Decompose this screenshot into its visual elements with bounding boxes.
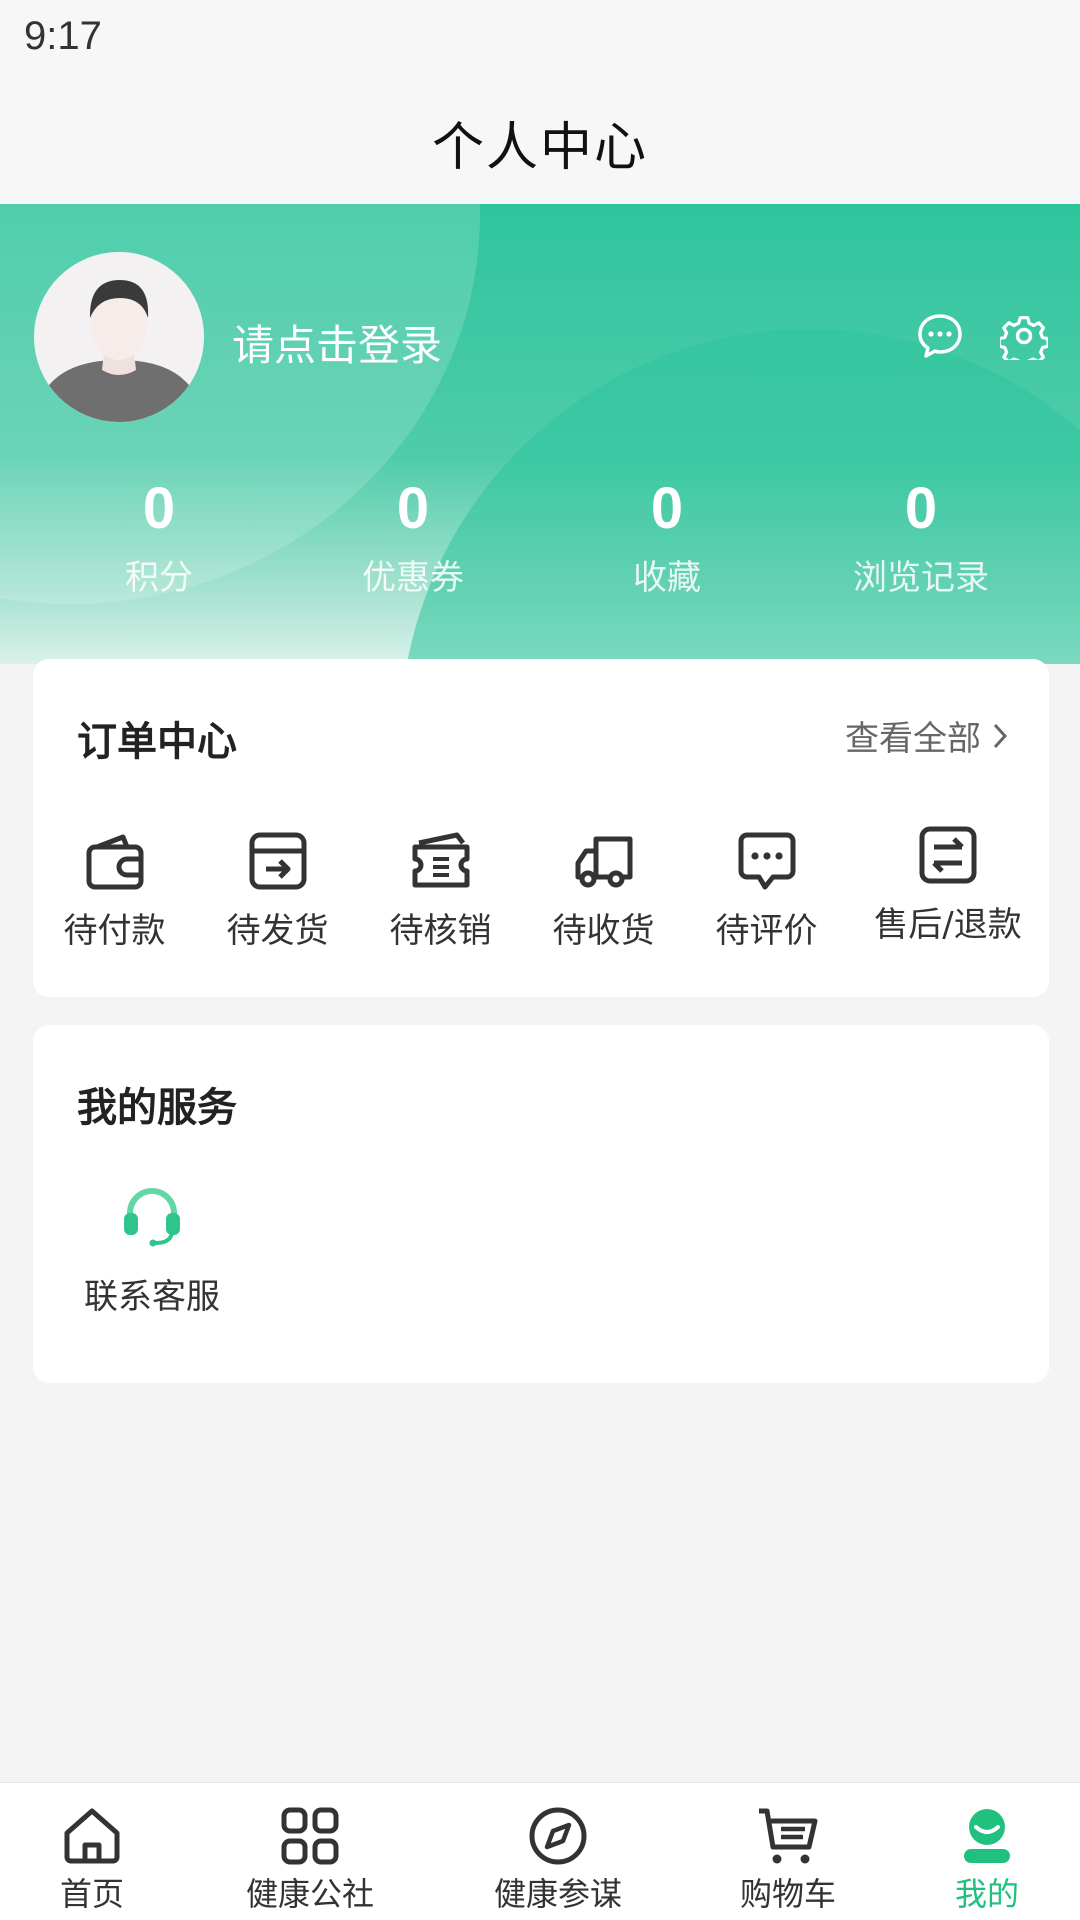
order-center-title: 订单中心 — [77, 719, 237, 765]
page-title: 个人中心 — [431, 117, 648, 178]
my-services-card: 我的服务 联系客服 — [33, 1025, 1049, 1383]
order-pending-payment[interactable]: 待付款 — [33, 829, 196, 952]
login-prompt[interactable]: 请点击登录 — [232, 312, 442, 373]
cart-icon — [759, 1808, 818, 1864]
stat-coupons[interactable]: 0 优惠券 — [286, 474, 540, 604]
contact-support-button[interactable]: 联系客服 — [77, 1185, 227, 1318]
title-bar: 个人中心 — [0, 80, 1080, 204]
headset-icon — [124, 1188, 180, 1247]
order-label: 待收货 — [552, 911, 655, 951]
order-status-row: 待付款 待发货 待核销 待收货 待评价 售后/退款 — [33, 826, 1049, 952]
profile-header: 请点击登录 0 积分 0 优惠券 0 收藏 0 浏览记录 — [0, 204, 1080, 664]
order-label: 待发货 — [226, 911, 329, 951]
status-time: 9:17 — [24, 14, 102, 58]
order-label: 待付款 — [63, 911, 166, 951]
order-label: 售后/退款 — [874, 905, 1022, 945]
stat-favorites[interactable]: 0 收藏 — [540, 474, 794, 604]
page: 9:17 个人中心 请点击登录 0 积分 0 优惠券 0 收藏 0 浏览记录 订… — [0, 0, 1080, 1920]
tab-label: 我的 — [954, 1875, 1019, 1913]
stat-value: 0 — [650, 476, 684, 541]
stat-label: 浏览记录 — [853, 558, 989, 598]
order-label: 待评价 — [715, 911, 818, 951]
compass-icon — [529, 1807, 587, 1865]
tab-label: 健康公社 — [245, 1875, 374, 1913]
view-all-label: 查看全部 — [845, 719, 981, 759]
stat-value: 0 — [142, 476, 176, 541]
stat-label: 优惠券 — [362, 558, 464, 598]
tab-label: 健康参谋 — [493, 1875, 622, 1913]
stat-label: 收藏 — [633, 558, 701, 598]
bottom-tab-bar: 首页 健康公社 健康参谋 购物车 我的 — [0, 1782, 1080, 1920]
chevron-right-icon — [993, 723, 1008, 748]
wallet-icon — [86, 834, 143, 890]
tab-label: 首页 — [59, 1875, 124, 1913]
user-icon — [964, 1809, 1010, 1863]
order-after-sales-refund[interactable]: 售后/退款 — [848, 823, 1048, 952]
settings-icon[interactable] — [1000, 312, 1048, 360]
stats-row: 0 积分 0 优惠券 0 收藏 0 浏览记录 — [0, 474, 1080, 604]
stat-value: 0 — [396, 476, 430, 541]
exchange-icon — [919, 826, 977, 884]
tab-home[interactable]: 首页 — [52, 1783, 132, 1920]
grid-icon — [281, 1807, 339, 1865]
avatar[interactable] — [34, 252, 204, 422]
view-all-orders-link[interactable]: 查看全部 — [845, 711, 1009, 760]
home-icon — [64, 1808, 120, 1864]
stat-label: 积分 — [125, 558, 193, 598]
truck-icon — [575, 836, 632, 888]
my-services-title: 我的服务 — [77, 1085, 237, 1131]
order-pending-verification[interactable]: 待核销 — [359, 829, 522, 952]
message-icon[interactable] — [916, 312, 964, 360]
order-label: 待核销 — [389, 911, 492, 951]
comment-icon — [738, 832, 795, 890]
tab-health-community[interactable]: 健康公社 — [240, 1783, 380, 1920]
order-center-card: 订单中心 查看全部 待付款 待发货 待核销 待收货 待评价 售后/退款 — [33, 659, 1049, 997]
order-pending-review[interactable]: 待评价 — [685, 829, 848, 952]
service-label: 联系客服 — [84, 1277, 220, 1317]
order-pending-shipment[interactable]: 待发货 — [196, 829, 359, 952]
ticket-icon — [412, 832, 469, 888]
avatar-icon — [34, 252, 204, 422]
tab-label: 购物车 — [739, 1875, 836, 1913]
tab-cart[interactable]: 购物车 — [738, 1783, 838, 1920]
stat-points[interactable]: 0 积分 — [32, 474, 286, 604]
order-pending-receipt[interactable]: 待收货 — [522, 829, 685, 952]
stat-history[interactable]: 0 浏览记录 — [794, 474, 1048, 604]
stat-value: 0 — [904, 476, 938, 541]
tab-health-advisor[interactable]: 健康参谋 — [488, 1783, 628, 1920]
status-bar: 9:17 — [0, 0, 1080, 80]
tab-mine[interactable]: 我的 — [947, 1783, 1027, 1920]
box-icon — [249, 832, 306, 890]
